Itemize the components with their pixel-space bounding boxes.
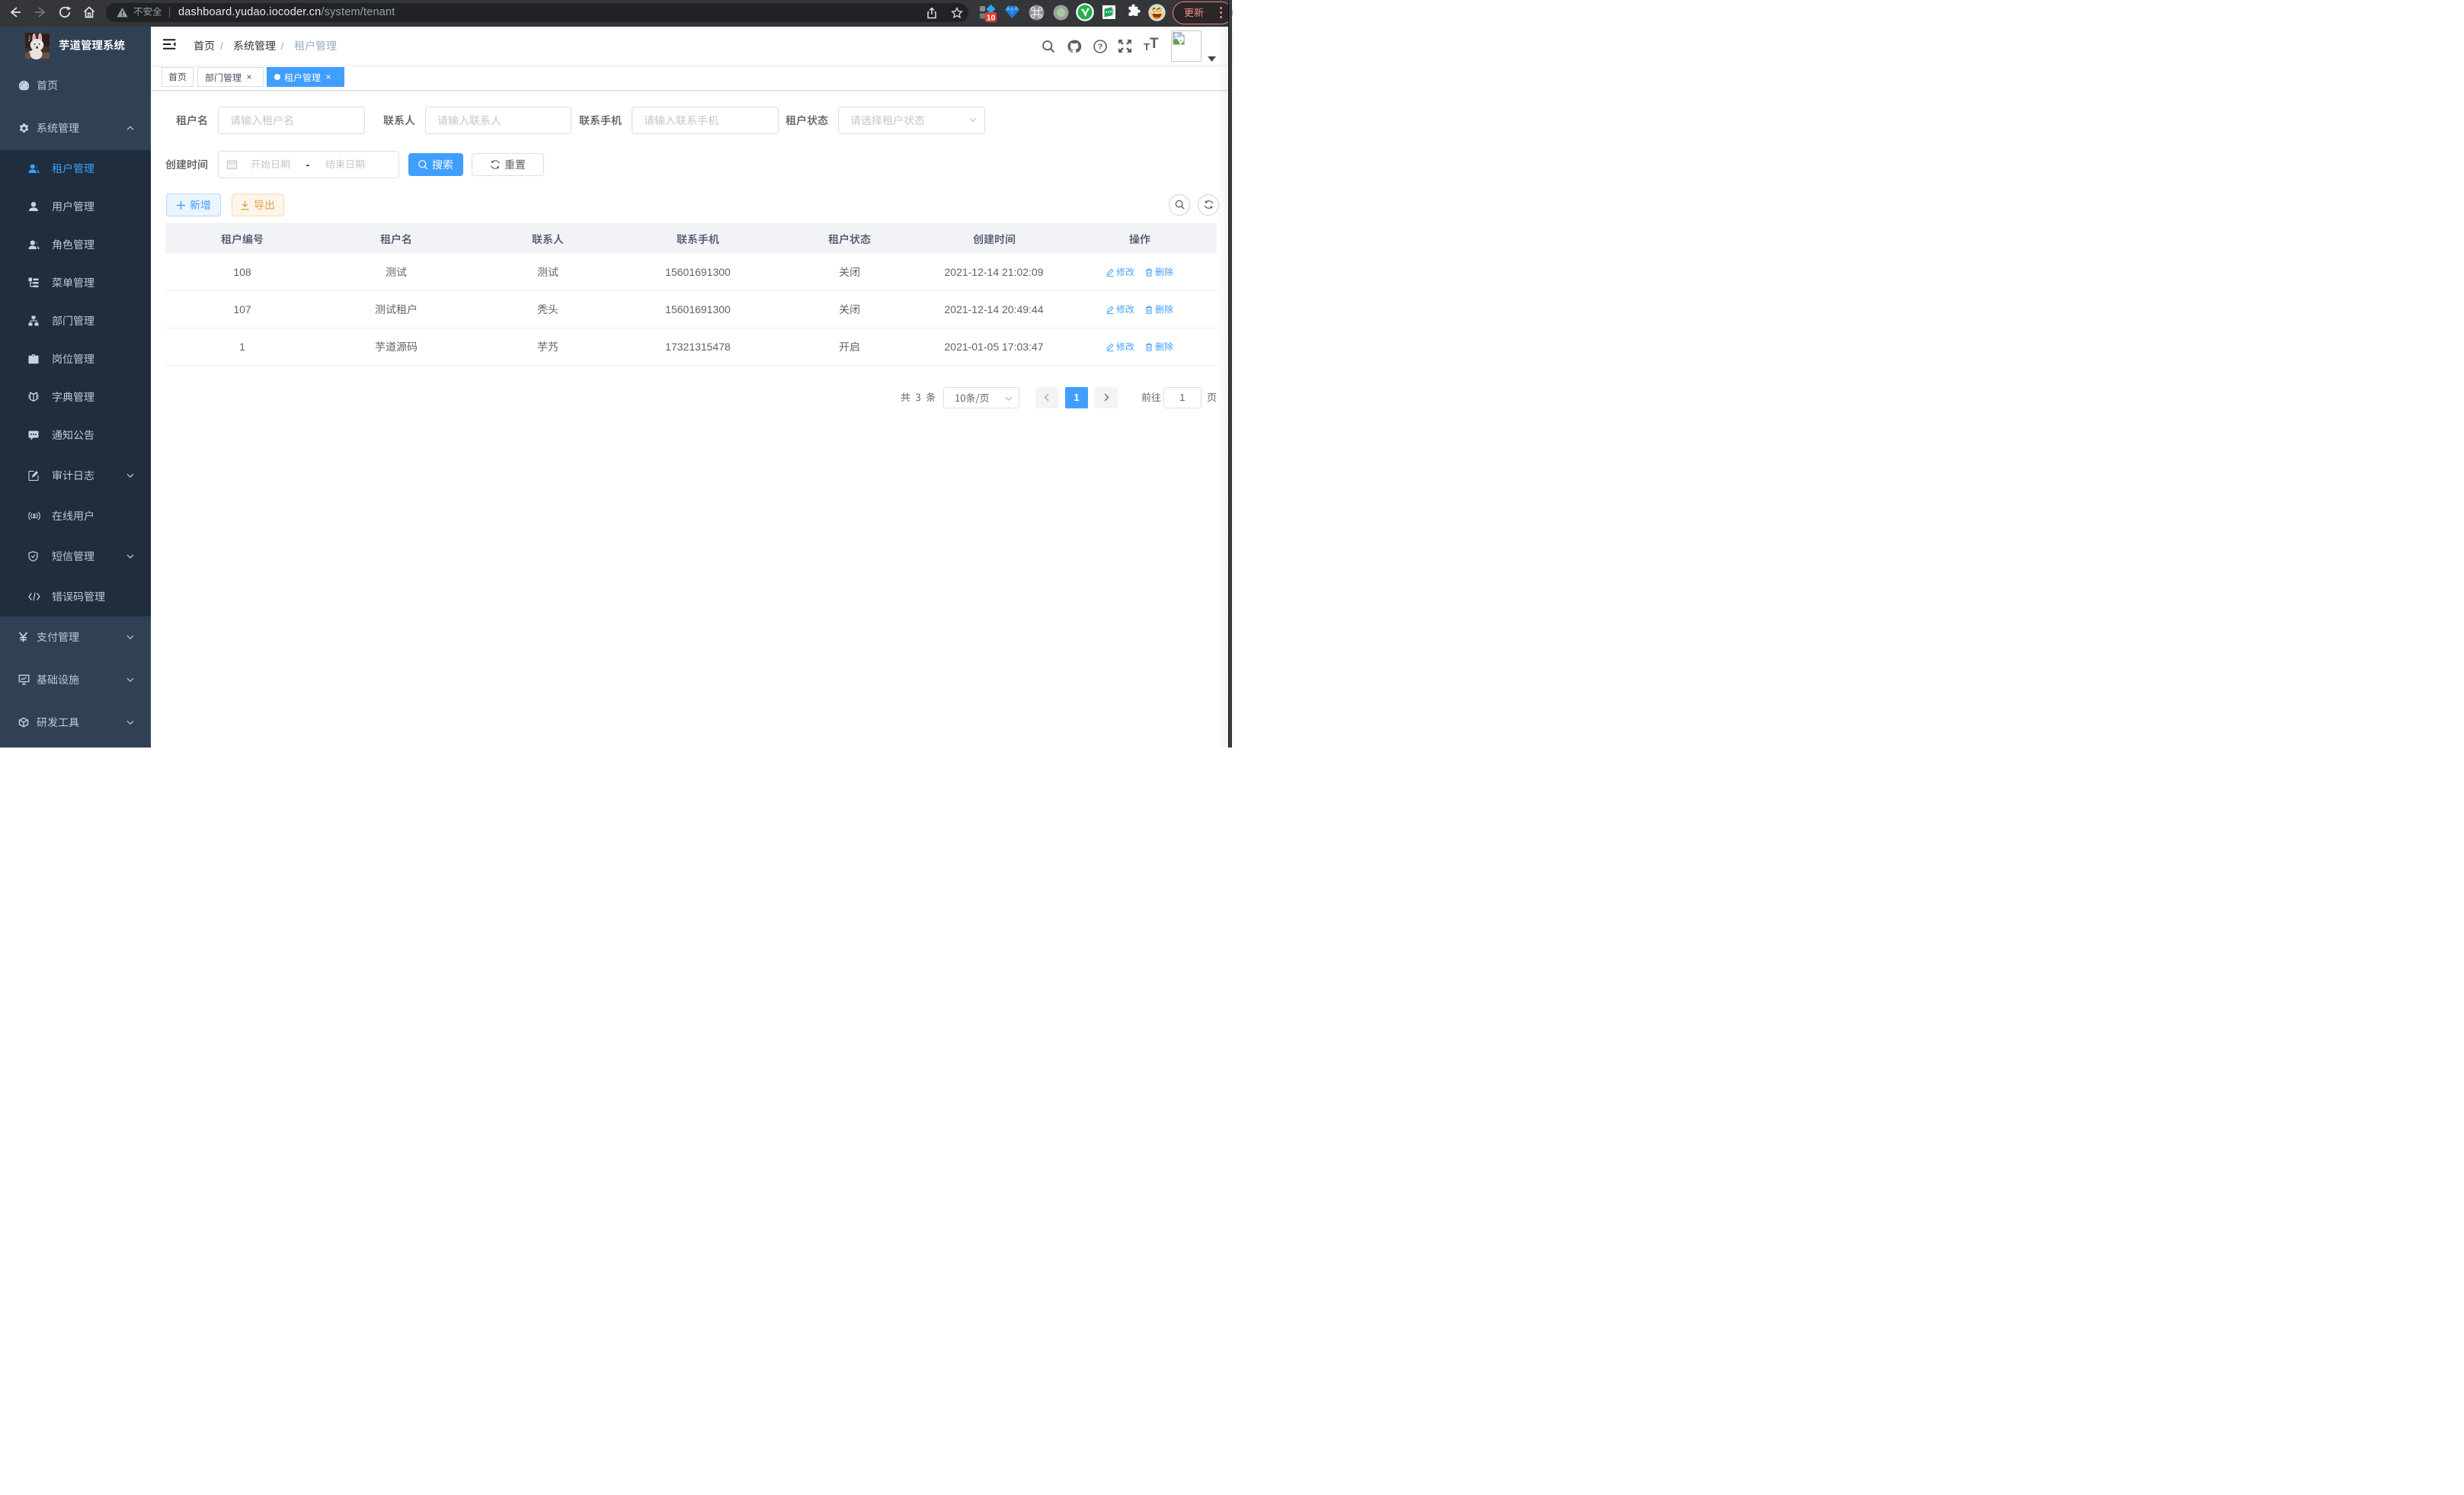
svg-text:?: ?	[1098, 42, 1102, 51]
svg-text:10: 10	[987, 13, 996, 22]
